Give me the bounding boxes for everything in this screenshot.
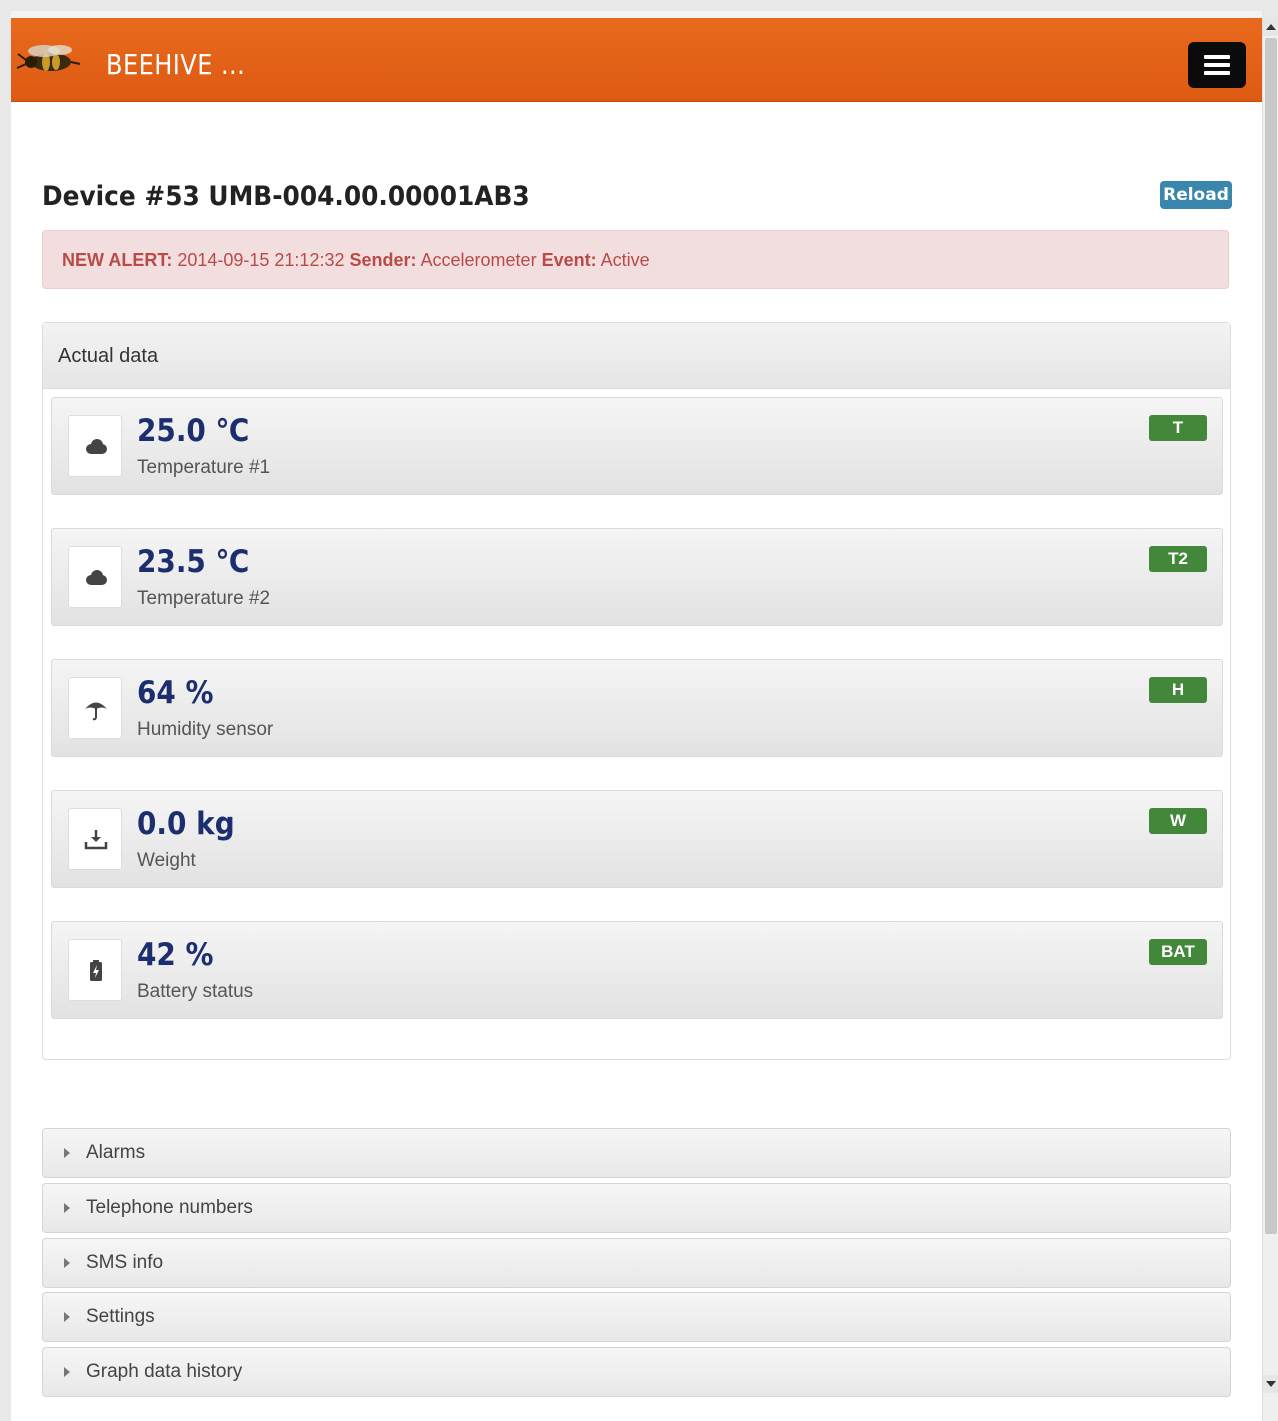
- brand-title[interactable]: BEEHIVE ...: [106, 48, 245, 82]
- sensor-label: Temperature #2: [137, 588, 271, 609]
- sensor-value: 42 %: [137, 937, 214, 973]
- caret-right-icon: [64, 1148, 70, 1158]
- scroll-up-arrow-icon[interactable]: [1263, 18, 1278, 36]
- download-tray-icon: [84, 830, 108, 850]
- accordion-graph-data-history[interactable]: Graph data history: [42, 1347, 1231, 1397]
- battery-charging-icon: [90, 960, 102, 981]
- sensor-value: 0.0 kg: [137, 806, 235, 842]
- vertical-scrollbar[interactable]: [1262, 18, 1278, 1421]
- accordion-label: Settings: [86, 1306, 155, 1327]
- alert-sender-value: Accelerometer: [416, 250, 542, 270]
- panel-title: Actual data: [43, 323, 1230, 389]
- sensor-temperature-2[interactable]: 23.5 ℃ Temperature #2 T2: [51, 528, 1223, 626]
- alert-prefix: NEW ALERT:: [62, 250, 173, 270]
- navbar: BEEHIVE ...: [11, 18, 1262, 102]
- reload-button[interactable]: Reload: [1160, 181, 1232, 209]
- sensor-temperature-1[interactable]: 25.0 ℃ Temperature #1 T: [51, 397, 1223, 495]
- accordion-label: Graph data history: [86, 1361, 243, 1382]
- alert-banner: NEW ALERT: 2014-09-15 21:12:32 Sender: A…: [42, 230, 1229, 289]
- accordion-label: Alarms: [86, 1142, 146, 1163]
- sensor-battery[interactable]: 42 % Battery status BAT: [51, 921, 1223, 1019]
- bee-icon: [16, 45, 81, 71]
- top-strip: [11, 11, 1262, 18]
- sensor-badge: BAT: [1149, 939, 1207, 965]
- sensor-humidity[interactable]: 64 % Humidity sensor H: [51, 659, 1223, 757]
- alert-timestamp: 2014-09-15 21:12:32: [172, 250, 350, 270]
- sensor-badge: T2: [1149, 546, 1207, 572]
- accordion-alarms[interactable]: Alarms: [42, 1128, 1231, 1178]
- accordion-settings[interactable]: Settings: [42, 1292, 1231, 1342]
- sensor-value: 23.5 ℃: [137, 544, 250, 580]
- caret-right-icon: [64, 1367, 70, 1377]
- alert-event-value: Active: [596, 250, 650, 270]
- page-title: Device #53 UMB-004.00.00001AB3: [42, 181, 530, 212]
- caret-right-icon: [64, 1258, 70, 1268]
- scroll-down-arrow-icon[interactable]: [1263, 1375, 1278, 1393]
- sensor-label: Battery status: [137, 981, 254, 1002]
- sensor-badge: T: [1149, 415, 1207, 441]
- accordion-label: SMS info: [86, 1252, 164, 1273]
- scrollbar-thumb[interactable]: [1265, 38, 1277, 1234]
- sensor-label: Humidity sensor: [137, 719, 274, 740]
- accordion-label: Telephone numbers: [86, 1197, 253, 1218]
- app-window: BEEHIVE ... Device #53 UMB-004.00.00001A…: [11, 11, 1262, 1421]
- sensor-label: Weight: [137, 850, 196, 871]
- caret-right-icon: [64, 1312, 70, 1322]
- sensor-weight[interactable]: 0.0 kg Weight W: [51, 790, 1223, 888]
- sensor-badge: H: [1149, 677, 1207, 703]
- cloud-icon: [86, 570, 107, 585]
- cloud-icon: [86, 439, 107, 454]
- caret-right-icon: [64, 1203, 70, 1213]
- accordion-telephone-numbers[interactable]: Telephone numbers: [42, 1183, 1231, 1233]
- actual-data-panel: Actual data 25.0 ℃ Temperature #1 T 23.5…: [42, 322, 1231, 1060]
- sensor-label: Temperature #1: [137, 457, 271, 478]
- hamburger-menu-icon: [1204, 55, 1230, 59]
- alert-event-label: Event:: [541, 250, 597, 270]
- accordion-sms-info[interactable]: SMS info: [42, 1238, 1231, 1288]
- sensor-value: 25.0 ℃: [137, 413, 250, 449]
- sensor-badge: W: [1149, 808, 1207, 834]
- sensor-value: 64 %: [137, 675, 214, 711]
- umbrella-icon: [85, 702, 107, 721]
- alert-sender-label: Sender:: [349, 250, 417, 270]
- hamburger-menu-button[interactable]: [1188, 42, 1246, 88]
